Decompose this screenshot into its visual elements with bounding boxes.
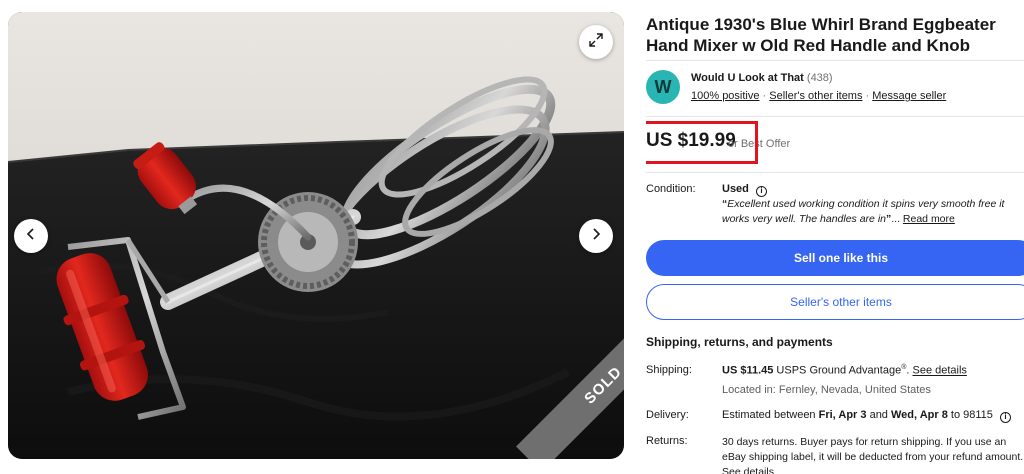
condition-description: “Excellent used working condition it spi… <box>722 197 1024 227</box>
condition-label: Condition: <box>646 183 696 195</box>
product-photo[interactable] <box>8 12 624 459</box>
shipping-label: Shipping: <box>646 364 692 376</box>
previous-image-button[interactable] <box>14 219 48 253</box>
read-more-link[interactable]: Read more <box>903 213 955 225</box>
seller-other-items-link[interactable]: Seller's other items <box>769 90 862 102</box>
condition-text: Excellent used working condition it spin… <box>722 198 1005 225</box>
delivery-end: Wed, Apr 8 <box>890 409 948 421</box>
sellers-other-items-label: Seller's other items <box>790 295 892 309</box>
delivery-value: Estimated between Fri, Apr 3 and Wed, Ap… <box>722 409 1011 423</box>
sell-one-label: Sell one like this <box>793 251 889 265</box>
shipping-see-details-link[interactable]: See details <box>912 365 966 377</box>
delivery-prefix: Estimated between <box>722 409 819 421</box>
seller-links: 100% positive · Seller's other items · M… <box>691 90 946 102</box>
delivery-suffix: to 98115 <box>947 409 993 421</box>
avatar-letter: W <box>654 76 672 97</box>
item-location: Located in: Fernley, Nevada, United Stat… <box>722 384 931 396</box>
listing-title: Antique 1930's Blue Whirl Brand Eggbeate… <box>646 15 996 55</box>
expand-button[interactable] <box>579 25 613 59</box>
chevron-right-icon <box>590 227 602 245</box>
returns-see-details-link[interactable]: See details <box>722 466 774 474</box>
info-icon[interactable]: i <box>755 186 767 197</box>
returns-text: 30 days returns. Buyer pays for return s… <box>722 436 1024 463</box>
sell-one-like-this-button[interactable]: Sell one like this <box>646 240 1024 276</box>
separator: · <box>759 90 770 102</box>
next-image-button[interactable] <box>579 219 613 253</box>
listing-panel: Antique 1930's Blue Whirl Brand Eggbeate… <box>646 0 1024 474</box>
divider <box>646 172 1024 173</box>
delivery-start: Fri, Apr 3 <box>818 409 867 421</box>
delivery-label: Delivery: <box>646 409 689 421</box>
separator: · <box>862 90 873 102</box>
sellers-other-items-button[interactable]: Seller's other items <box>646 284 1024 320</box>
seller-avatar[interactable]: W <box>646 70 680 104</box>
divider <box>646 60 1024 61</box>
expand-icon <box>588 32 604 53</box>
seller-name-line: Would U Look at That (438) <box>691 72 833 84</box>
message-seller-link[interactable]: Message seller <box>872 90 946 102</box>
shipping-section-heading: Shipping, returns, and payments <box>646 335 833 349</box>
positive-feedback-link[interactable]: 100% positive <box>691 90 760 102</box>
shipping-service: USPS Ground Advantage <box>773 364 902 377</box>
seller-name[interactable]: Would U Look at That <box>691 72 804 84</box>
price-highlight-box <box>646 121 758 164</box>
info-icon[interactable]: i <box>999 412 1011 423</box>
condition-value-line: Used i <box>722 183 767 197</box>
chevron-left-icon <box>25 227 37 245</box>
returns-value: 30 days returns. Buyer pays for return s… <box>722 435 1024 474</box>
shipping-value: US $11.45 USPS Ground Advantage®. See de… <box>722 364 967 377</box>
returns-label: Returns: <box>646 435 688 447</box>
divider <box>646 116 1024 117</box>
condition-value: Used <box>722 183 749 195</box>
shipping-cost: US $11.45 <box>722 364 774 377</box>
ellipsis: ... <box>891 213 903 225</box>
delivery-and: and <box>866 409 891 421</box>
image-gallery: SOLD <box>8 12 624 459</box>
seller-feedback-count: (438) <box>806 72 833 84</box>
